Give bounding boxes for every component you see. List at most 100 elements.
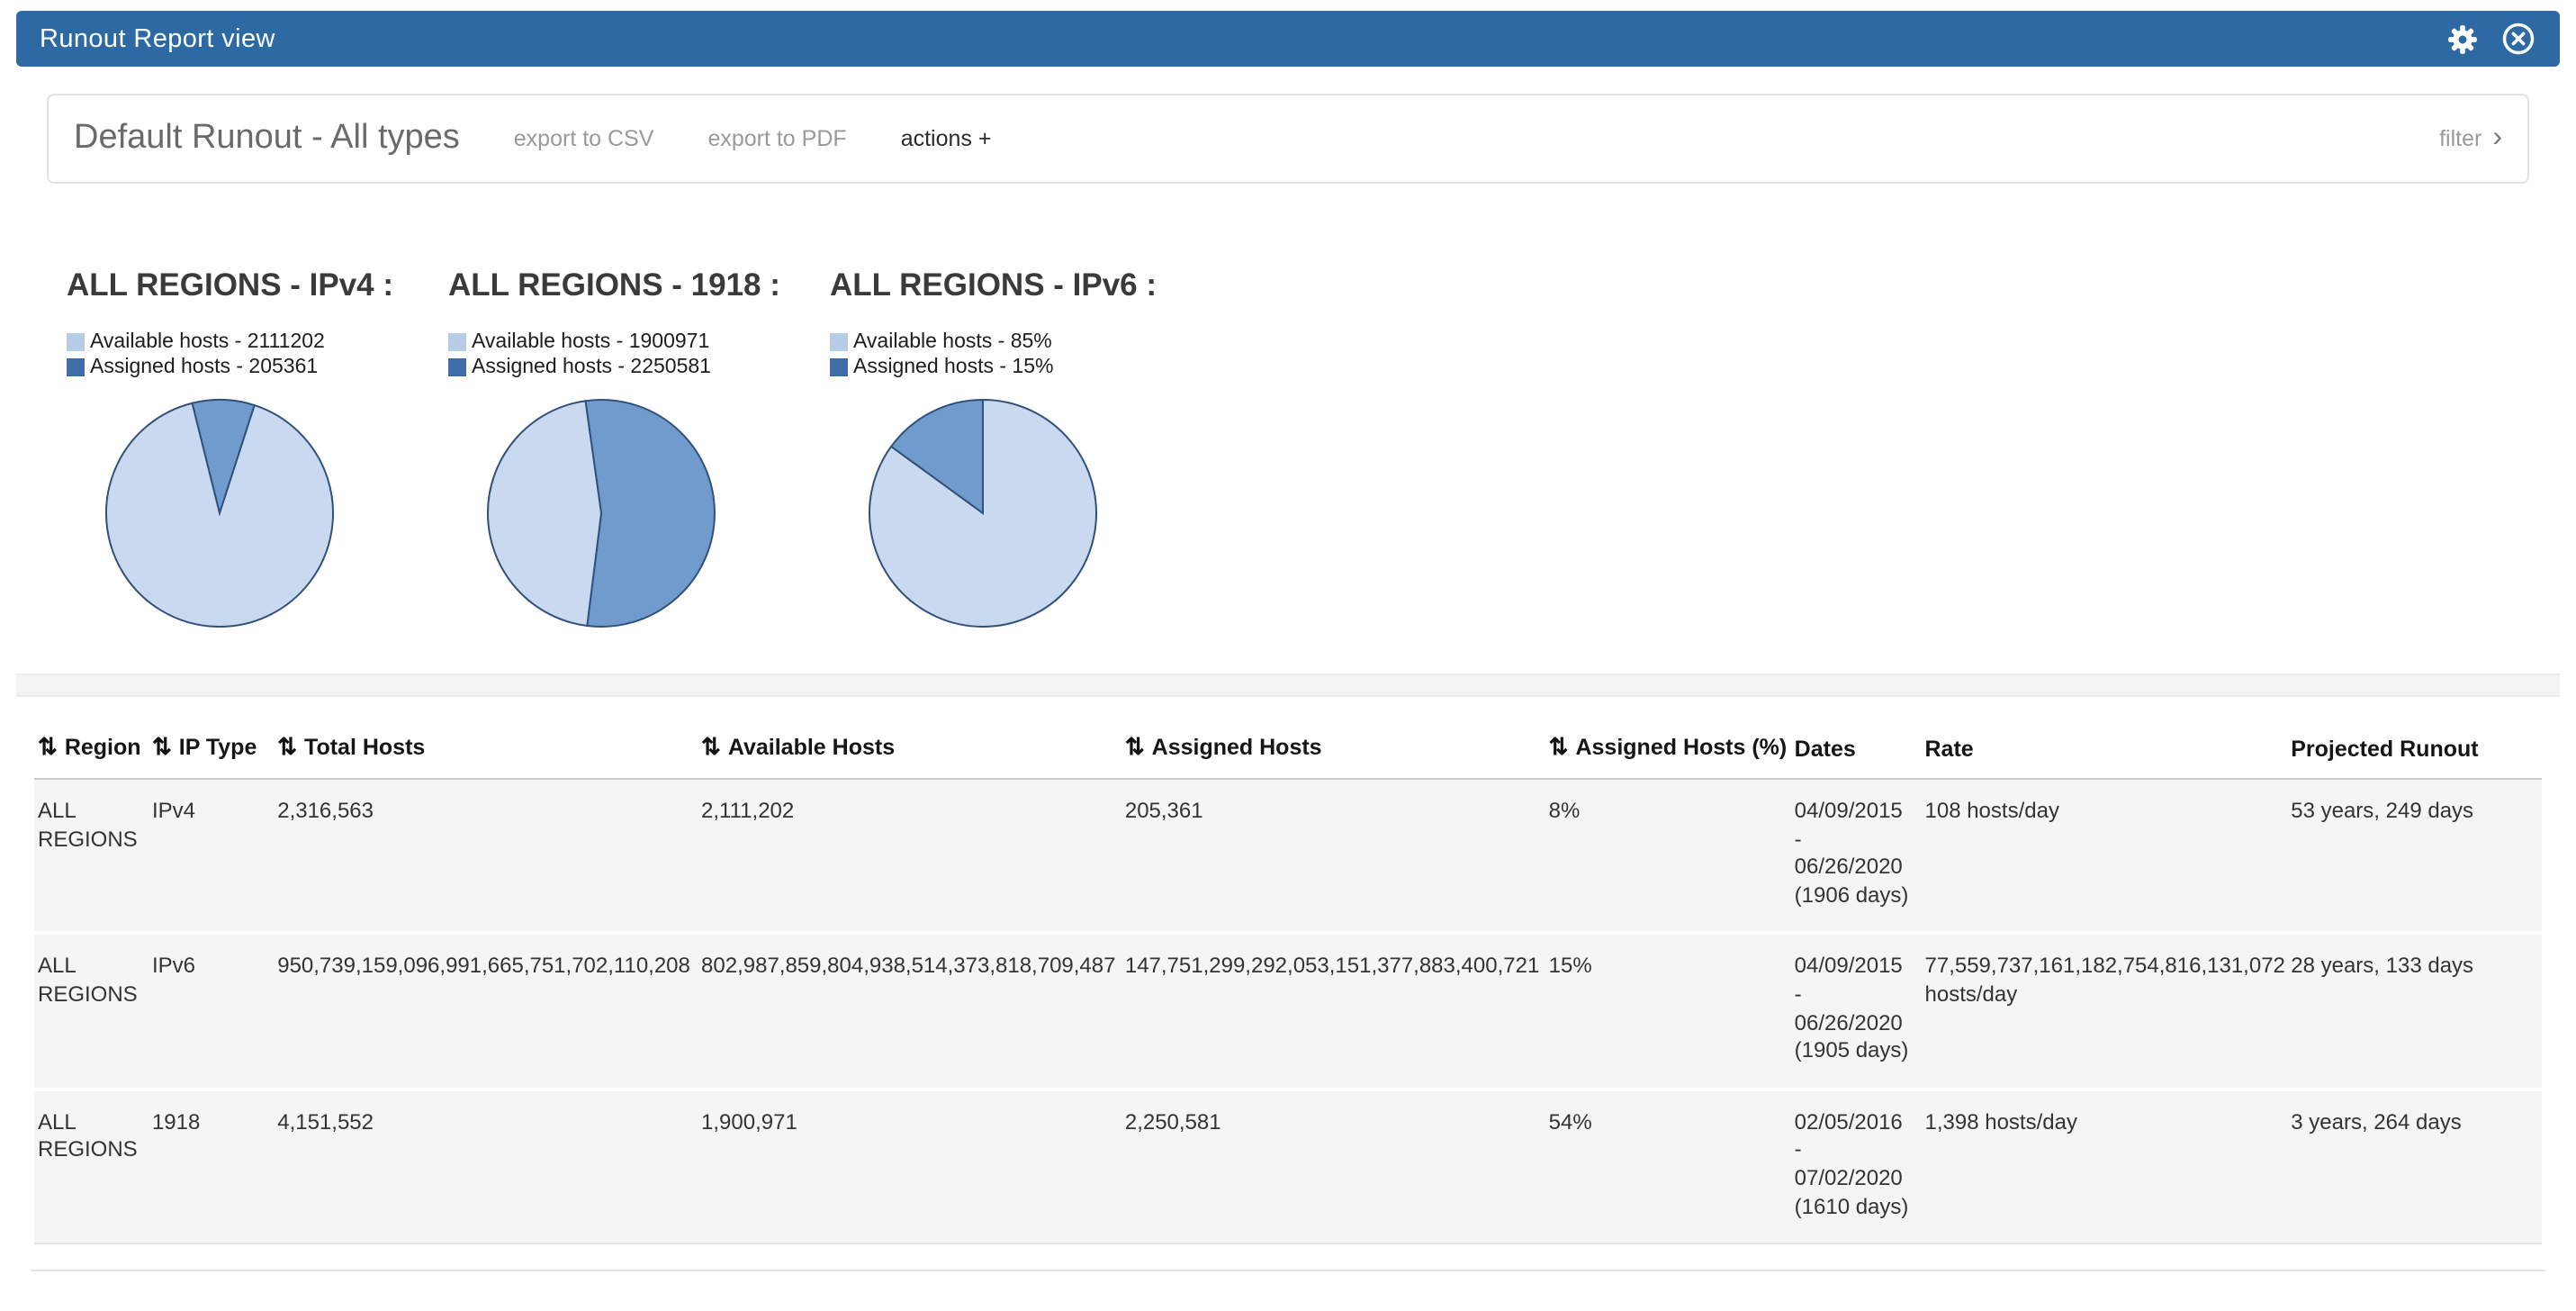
col-header-label: IP Type xyxy=(179,735,257,760)
col-header-label: Region xyxy=(65,735,141,760)
cell-assigned-hosts: 2,250,581 xyxy=(1125,1089,1549,1244)
close-icon[interactable] xyxy=(2500,21,2536,57)
legend-label: Available hosts - 1900971 xyxy=(472,330,709,355)
cell-projected-runout: 28 years, 133 days xyxy=(2291,934,2542,1089)
cell-dates: 04/09/2015 - 06/26/2020 (1905 days) xyxy=(1795,934,1925,1089)
cell-ip-type: IPv4 xyxy=(152,779,277,934)
col-header-label: Assigned Hosts xyxy=(1152,735,1322,760)
settings-gear-icon[interactable] xyxy=(2445,21,2481,57)
cell-available-hosts: 802,987,859,804,938,514,373,818,709,487 xyxy=(701,934,1125,1089)
filter-label: filter xyxy=(2439,126,2481,151)
sort-icon[interactable]: ⇅ xyxy=(277,733,297,760)
cell-assigned-hosts: 205,361 xyxy=(1125,779,1549,934)
col-header-assigned-pct[interactable]: ⇅Assigned Hosts (%) xyxy=(1549,715,1795,779)
col-header-assigned-hosts[interactable]: ⇅ Assigned Hosts xyxy=(1125,715,1549,779)
pie-ipv6 xyxy=(866,396,1100,630)
cell-region: ALL REGIONS xyxy=(34,779,152,934)
chevron-right-icon: › xyxy=(2492,124,2502,153)
col-header-label: Projected Runout xyxy=(2291,737,2478,762)
cell-assigned-pct: 54% xyxy=(1549,1089,1795,1244)
col-header-label: Rate xyxy=(1925,737,1974,762)
titlebar-icons xyxy=(2445,21,2536,57)
col-header-rate: Rate xyxy=(1925,715,2292,779)
chart-legend: Available hosts - 2111202 Assigned hosts… xyxy=(67,330,448,380)
legend-label: Available hosts - 2111202 xyxy=(90,330,325,355)
cell-rate: 77,559,737,161,182,754,816,131,072 hosts… xyxy=(1925,934,2292,1089)
legend-label: Assigned hosts - 2250581 xyxy=(472,355,711,380)
legend-item: Assigned hosts - 2250581 xyxy=(448,355,830,380)
sort-icon[interactable]: ⇅ xyxy=(701,733,721,760)
chart-legend: Available hosts - 85% Assigned hosts - 1… xyxy=(830,330,1211,380)
cell-assigned-hosts: 147,751,299,292,053,151,377,883,400,721 xyxy=(1125,934,1549,1089)
sort-icon[interactable]: ⇅ xyxy=(1549,733,1569,760)
actions-menu-button[interactable]: actions + xyxy=(901,126,992,151)
col-header-label: Dates xyxy=(1795,737,1856,762)
charts-section: ALL REGIONS - IPv4 : Available hosts - 2… xyxy=(0,184,2576,630)
pie-chart-ipv4: ALL REGIONS - IPv4 : Available hosts - 2… xyxy=(67,267,448,630)
cell-assigned-pct: 15% xyxy=(1549,934,1795,1089)
export-csv-link[interactable]: export to CSV xyxy=(514,126,654,151)
legend-swatch-assigned xyxy=(448,358,466,376)
report-title: Default Runout - All types xyxy=(74,119,460,158)
legend-item: Assigned hosts - 205361 xyxy=(67,355,448,380)
app-root: Runout Report view xyxy=(0,11,2576,1311)
legend-swatch-assigned xyxy=(830,358,848,376)
cell-assigned-pct: 8% xyxy=(1549,779,1795,934)
legend-item: Assigned hosts - 15% xyxy=(830,355,1211,380)
cell-available-hosts: 2,111,202 xyxy=(701,779,1125,934)
col-header-label: Available Hosts xyxy=(728,735,895,760)
table-header-row: ⇅ Region ⇅ IP Type ⇅Total Hosts ⇅ Available… xyxy=(34,715,2542,779)
runout-table: ⇅ Region ⇅ IP Type ⇅Total Hosts ⇅ Available… xyxy=(34,715,2542,1244)
cell-region: ALL REGIONS xyxy=(34,934,152,1089)
table-row-1918: ALL REGIONS 1918 4,151,552 1,900,971 2,2… xyxy=(34,1089,2542,1244)
legend-swatch-assigned xyxy=(67,358,85,376)
cell-projected-runout: 3 years, 264 days xyxy=(2291,1089,2542,1244)
chart-title: ALL REGIONS - IPv6 : xyxy=(830,267,1211,304)
cell-region: ALL REGIONS xyxy=(34,1089,152,1244)
chart-title: ALL REGIONS - 1918 : xyxy=(448,267,830,304)
col-header-ip-type[interactable]: ⇅ IP Type xyxy=(152,715,277,779)
filter-toggle[interactable]: filter › xyxy=(2439,124,2502,153)
legend-label: Assigned hosts - 205361 xyxy=(90,355,318,380)
cell-ip-type: IPv6 xyxy=(152,934,277,1089)
pie-chart-1918: ALL REGIONS - 1918 : Available hosts - 1… xyxy=(448,267,830,630)
sort-icon[interactable]: ⇅ xyxy=(38,733,58,760)
cell-total-hosts: 2,316,563 xyxy=(277,779,701,934)
window-titlebar: Runout Report view xyxy=(16,11,2560,67)
col-header-label: Assigned Hosts (%) xyxy=(1575,735,1787,760)
col-header-dates: Dates xyxy=(1795,715,1925,779)
pie-ipv4 xyxy=(103,396,337,630)
report-toolbar: Default Runout - All types export to CSV… xyxy=(47,94,2529,184)
cell-ip-type: 1918 xyxy=(152,1089,277,1244)
col-header-projected-runout: Projected Runout xyxy=(2291,715,2542,779)
runout-table-wrap: ⇅ Region ⇅ IP Type ⇅Total Hosts ⇅ Available… xyxy=(0,697,2576,1244)
cell-total-hosts: 4,151,552 xyxy=(277,1089,701,1244)
table-row-ipv4: ALL REGIONS IPv4 2,316,563 2,111,202 205… xyxy=(34,779,2542,934)
legend-swatch-available xyxy=(67,333,85,351)
col-header-available-hosts[interactable]: ⇅ Available Hosts xyxy=(701,715,1125,779)
legend-label: Available hosts - 85% xyxy=(853,330,1052,355)
legend-item: Available hosts - 2111202 xyxy=(67,330,448,355)
table-row-ipv6: ALL REGIONS IPv6 950,739,159,096,991,665… xyxy=(34,934,2542,1089)
cell-available-hosts: 1,900,971 xyxy=(701,1089,1125,1244)
pie-chart-ipv6: ALL REGIONS - IPv6 : Available hosts - 8… xyxy=(830,267,1211,630)
legend-swatch-available xyxy=(448,333,466,351)
cell-projected-runout: 53 years, 249 days xyxy=(2291,779,2542,934)
cell-dates: 02/05/2016 - 07/02/2020 (1610 days) xyxy=(1795,1089,1925,1244)
cell-rate: 1,398 hosts/day xyxy=(1925,1089,2292,1244)
cell-total-hosts: 950,739,159,096,991,665,751,702,110,208 xyxy=(277,934,701,1089)
pie-1918 xyxy=(484,396,718,630)
legend-label: Assigned hosts - 15% xyxy=(853,355,1053,380)
legend-item: Available hosts - 1900971 xyxy=(448,330,830,355)
col-header-region[interactable]: ⇅ Region xyxy=(34,715,152,779)
legend-item: Available hosts - 85% xyxy=(830,330,1211,355)
cell-dates: 04/09/2015 - 06/26/2020 (1906 days) xyxy=(1795,779,1925,934)
window-bottom-border xyxy=(31,1270,2545,1271)
chart-legend: Available hosts - 1900971 Assigned hosts… xyxy=(448,330,830,380)
sort-icon[interactable]: ⇅ xyxy=(1125,733,1145,760)
export-pdf-link[interactable]: export to PDF xyxy=(707,126,846,151)
section-divider xyxy=(16,674,2560,697)
col-header-total-hosts[interactable]: ⇅Total Hosts xyxy=(277,715,701,779)
sort-icon[interactable]: ⇅ xyxy=(152,733,172,760)
window-title: Runout Report view xyxy=(40,24,275,53)
